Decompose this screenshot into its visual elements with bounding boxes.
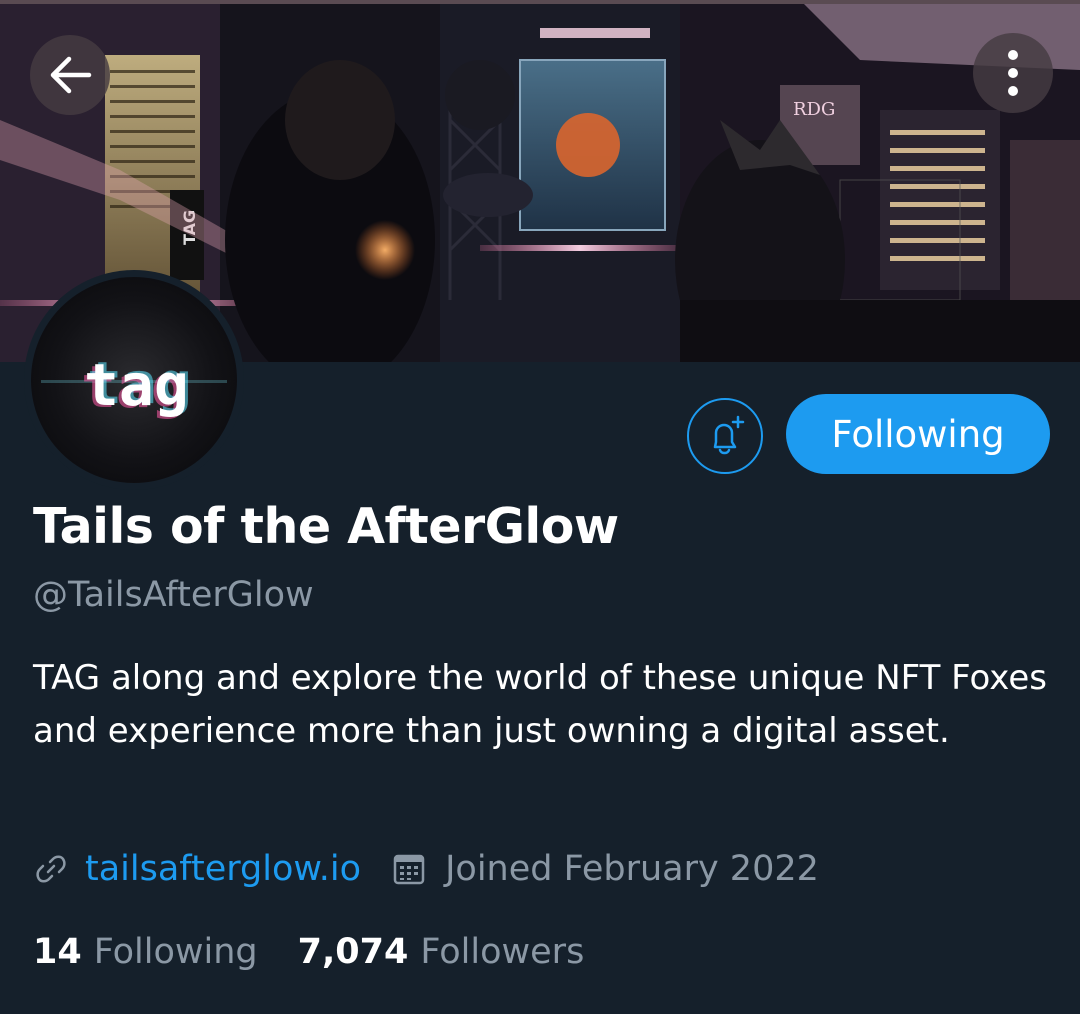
tag-logo: tag tag tag: [41, 349, 227, 421]
avatar-image: tag tag tag: [31, 277, 237, 483]
more-vertical-icon: [1008, 50, 1018, 96]
profile-meta: tailsafterglow.io Joined February 2022: [33, 842, 819, 896]
link-icon: [36, 855, 66, 883]
arrow-left-icon: [50, 56, 92, 94]
followers-label: Followers: [420, 932, 585, 972]
more-options-button[interactable]: [973, 33, 1053, 113]
status-divider: [0, 0, 1080, 4]
following-button[interactable]: Following: [786, 394, 1050, 474]
followers-stat[interactable]: 7,074 Followers: [298, 932, 585, 972]
following-count: 14: [33, 932, 82, 972]
calendar-icon: [393, 854, 425, 885]
user-handle: @TailsAfterGlow: [33, 575, 314, 615]
svg-text:tag: tag: [84, 351, 189, 419]
followers-count: 7,074: [297, 932, 409, 972]
website-link[interactable]: tailsafterglow.io: [85, 849, 361, 889]
avatar[interactable]: tag tag tag: [24, 270, 244, 490]
back-button[interactable]: [30, 35, 110, 115]
display-name: Tails of the AfterGlow: [33, 498, 619, 555]
bell-plus-icon: [713, 415, 745, 455]
following-label: Following: [93, 932, 258, 972]
svg-text:RDG: RDG: [793, 99, 835, 120]
notifications-button[interactable]: [687, 398, 763, 474]
joined-date: Joined February 2022: [445, 849, 819, 889]
follow-stats: 14 Following 7,074 Followers: [33, 925, 584, 979]
bio: TAG along and explore the world of these…: [33, 658, 1047, 751]
following-stat[interactable]: 14 Following: [33, 932, 258, 972]
